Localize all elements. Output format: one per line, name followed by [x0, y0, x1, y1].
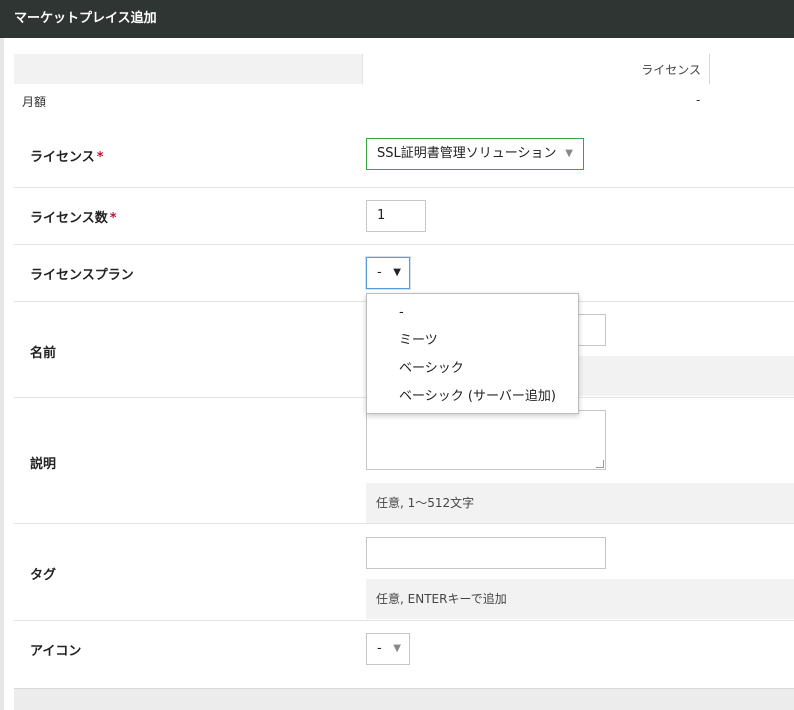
- license-label: ライセンス *: [30, 146, 104, 165]
- description-label: 説明: [30, 457, 57, 472]
- license-count-label: ライセンス数 *: [30, 207, 117, 226]
- summary-license-header: ライセンス: [362, 54, 710, 84]
- license-plan-dropdown: - ミーツ ベーシック ベーシック (サーバー追加): [366, 293, 579, 414]
- summary-empty-cell: [14, 54, 362, 84]
- license-count-input[interactable]: 1: [366, 200, 426, 232]
- tag-row: タグ 任意, ENTERキーで追加: [14, 524, 794, 621]
- summary-license-label: ライセンス: [641, 63, 701, 77]
- plan-option[interactable]: ミーツ: [367, 327, 578, 355]
- license-plan-select[interactable]: - ▼: [366, 257, 410, 289]
- icon-select[interactable]: - ▼: [366, 633, 410, 665]
- icon-select-value: -: [377, 641, 382, 656]
- left-scrollbar-edge: [0, 38, 4, 710]
- license-plan-select-value: -: [377, 265, 382, 280]
- resize-grip-icon[interactable]: [596, 460, 604, 468]
- license-plan-label: ライセンスプラン: [30, 268, 134, 283]
- description-row: 説明 任意, 1〜512文字: [14, 398, 794, 524]
- license-row: ライセンス * SSL証明書管理ソリューション ▼: [14, 120, 794, 188]
- name-label: 名前: [30, 346, 57, 361]
- required-mark: *: [109, 211, 117, 226]
- license-label-text: ライセンス: [30, 150, 95, 165]
- description-textarea[interactable]: [366, 410, 606, 470]
- chevron-down-icon: ▼: [393, 267, 401, 278]
- license-count-label-text: ライセンス数: [30, 211, 108, 226]
- monthly-label: 月額: [22, 95, 47, 109]
- license-count-row: ライセンス数 * 1: [14, 188, 794, 245]
- window-title: マーケットプレイス追加: [0, 0, 794, 38]
- icon-label: アイコン: [30, 644, 82, 659]
- icon-row: アイコン - ▼: [14, 621, 794, 677]
- license-select[interactable]: SSL証明書管理ソリューション ▼: [366, 138, 584, 170]
- tag-input[interactable]: [366, 537, 606, 569]
- footer-bar: [14, 688, 794, 710]
- tag-hint: 任意, ENTERキーで追加: [366, 579, 794, 619]
- plan-option[interactable]: -: [367, 299, 578, 327]
- required-mark: *: [96, 150, 104, 165]
- chevron-down-icon: ▼: [565, 148, 573, 159]
- tag-label: タグ: [30, 568, 57, 583]
- monthly-value: -: [696, 93, 701, 107]
- description-hint: 任意, 1〜512文字: [366, 483, 794, 523]
- license-select-value: SSL証明書管理ソリューション: [377, 146, 557, 161]
- chevron-down-icon: ▼: [393, 643, 401, 654]
- plan-option[interactable]: ベーシック: [367, 355, 578, 383]
- plan-option[interactable]: ベーシック (サーバー追加): [367, 383, 578, 411]
